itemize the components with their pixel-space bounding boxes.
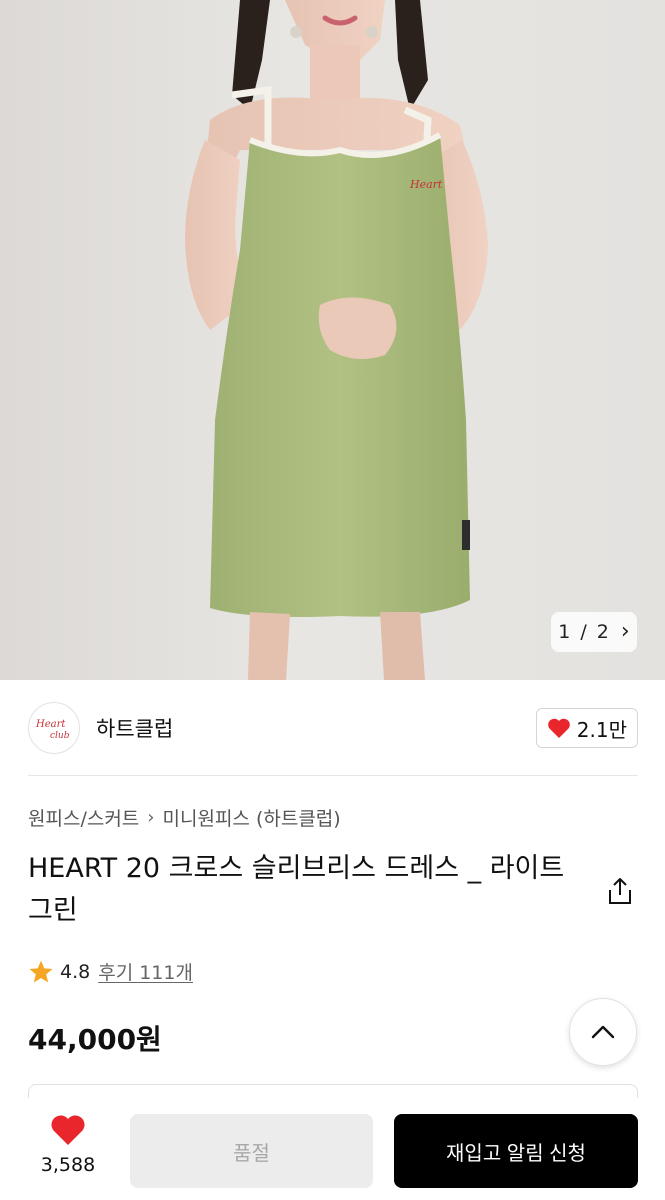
product-price: 44,000원 xyxy=(28,1023,162,1056)
breadcrumb-subcategory[interactable]: 미니원피스 (하트클럽) xyxy=(163,804,341,831)
logo-text: Heart xyxy=(35,719,66,730)
restock-alert-button[interactable]: 재입고 알림 신청 xyxy=(394,1114,638,1188)
chevron-right-icon: › xyxy=(147,807,155,828)
breadcrumb-category[interactable]: 원피스/스커트 xyxy=(28,804,139,831)
breadcrumb: 원피스/스커트 › 미니원피스 (하트클럽) xyxy=(28,804,341,831)
rating-value: 4.8 xyxy=(60,960,91,983)
divider xyxy=(28,775,638,776)
reviews-link[interactable]: 후기 111개 xyxy=(98,958,193,985)
heart-icon xyxy=(547,718,570,738)
store-logo[interactable]: Heart club xyxy=(28,702,80,754)
rating-row: 4.8 후기 111개 xyxy=(28,958,193,985)
store-likes-count: 2.1만 xyxy=(576,717,627,742)
store-like-button[interactable]: 2.1만 xyxy=(535,708,638,748)
svg-text:Heart: Heart xyxy=(409,178,443,191)
wishlist-button[interactable]: 3,588 xyxy=(28,1114,108,1176)
model-photo: Heart xyxy=(185,0,488,680)
star-icon xyxy=(29,960,53,982)
product-title: HEART 20 크로스 슬리브리스 드레스 _ 라이트 그린 xyxy=(28,853,565,926)
gallery-pager[interactable]: 1 / 2 › xyxy=(551,612,637,652)
soldout-button: 품절 xyxy=(130,1114,373,1188)
heart-club-logo: Heart club xyxy=(35,719,70,741)
scroll-top-button[interactable] xyxy=(569,998,637,1066)
store-row[interactable]: Heart club 하트클럽 2.1만 xyxy=(28,702,638,754)
store-name[interactable]: 하트클럽 xyxy=(96,713,173,743)
heart-icon xyxy=(51,1115,85,1145)
pager-total: 2 xyxy=(596,621,609,643)
share-icon[interactable] xyxy=(606,876,634,906)
chevron-up-icon xyxy=(591,1025,615,1039)
svg-text:club: club xyxy=(50,731,70,741)
bottom-action-bar: 3,588 품절 재입고 알림 신청 xyxy=(0,1098,665,1200)
wishlist-count: 3,588 xyxy=(40,1154,96,1176)
pager-separator: / xyxy=(580,621,587,643)
chevron-right-icon: › xyxy=(620,619,630,644)
product-image[interactable]: Heart 1 / 2 › xyxy=(0,0,665,680)
pager-current: 1 xyxy=(558,621,571,643)
